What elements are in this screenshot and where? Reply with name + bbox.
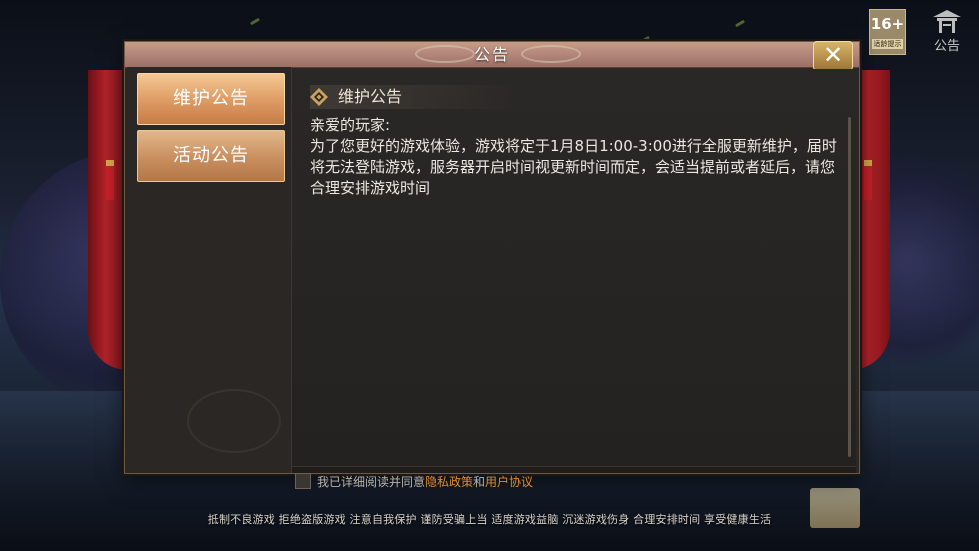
announcement-tabs: 维护公告 活动公告 (127, 67, 291, 473)
age-rating-badge[interactable]: 16+ 适龄提示 (869, 9, 906, 55)
tab-maintenance[interactable]: 维护公告 (137, 73, 285, 125)
tab-events[interactable]: 活动公告 (137, 130, 285, 182)
announcement-body: 亲爱的玩家: 为了您更好的游戏体验，游戏将定于1月8日1:00-3:00进行全服… (310, 115, 840, 199)
agreement-checkbox[interactable] (295, 473, 311, 489)
user-agreement-link[interactable]: 用户协议 (485, 475, 533, 489)
agreement-text: 我已详细阅读并同意 (317, 475, 426, 489)
falling-leaf (734, 19, 746, 28)
close-button[interactable]: ✕ (813, 41, 853, 71)
greeting-text: 亲爱的玩家: (310, 116, 391, 134)
falling-leaf (249, 17, 261, 26)
panel-titlebar: 公告 (125, 42, 859, 68)
decorative-swirl (187, 389, 281, 453)
age-tip-text: 适龄提示 (872, 39, 903, 49)
agreement-row: 我已详细阅读并同意隐私政策和用户协议 (295, 473, 533, 491)
notice-button[interactable]: 公告 (925, 9, 969, 59)
agreement-conjunction: 和 (473, 475, 486, 489)
content-bottom-edge (292, 466, 856, 473)
content-heading: 维护公告 (310, 85, 520, 109)
privacy-policy-link[interactable]: 隐私政策 (425, 475, 473, 489)
close-icon: ✕ (822, 41, 844, 69)
tassel-left (106, 160, 114, 200)
diamond-icon (310, 88, 328, 106)
panel-title: 公告 (473, 45, 510, 64)
body-text: 为了您更好的游戏体验，游戏将定于1月8日1:00-3:00进行全服更新维护，届时… (310, 137, 837, 197)
health-gaming-notice: 抵制不良游戏 拒绝盗版游戏 注意自我保护 谨防受骗上当 适度游戏益脑 沉迷游戏伤… (207, 513, 772, 526)
age-rating-text: 16+ (870, 15, 905, 33)
announcement-content: 维护公告 亲爱的玩家: 为了您更好的游戏体验，游戏将定于1月8日1:00-3:0… (291, 69, 856, 473)
curtain-left (88, 70, 128, 370)
announcement-panel: 公告 ✕ 维护公告 活动公告 维护公告 亲爱的玩家: 为了您更好的游戏体验，游戏… (124, 41, 860, 474)
content-heading-text: 维护公告 (338, 87, 403, 106)
pavilion-icon (933, 10, 961, 33)
notice-button-label: 公告 (933, 39, 960, 54)
tassel-right (864, 160, 872, 200)
content-scrollbar[interactable] (848, 117, 851, 457)
